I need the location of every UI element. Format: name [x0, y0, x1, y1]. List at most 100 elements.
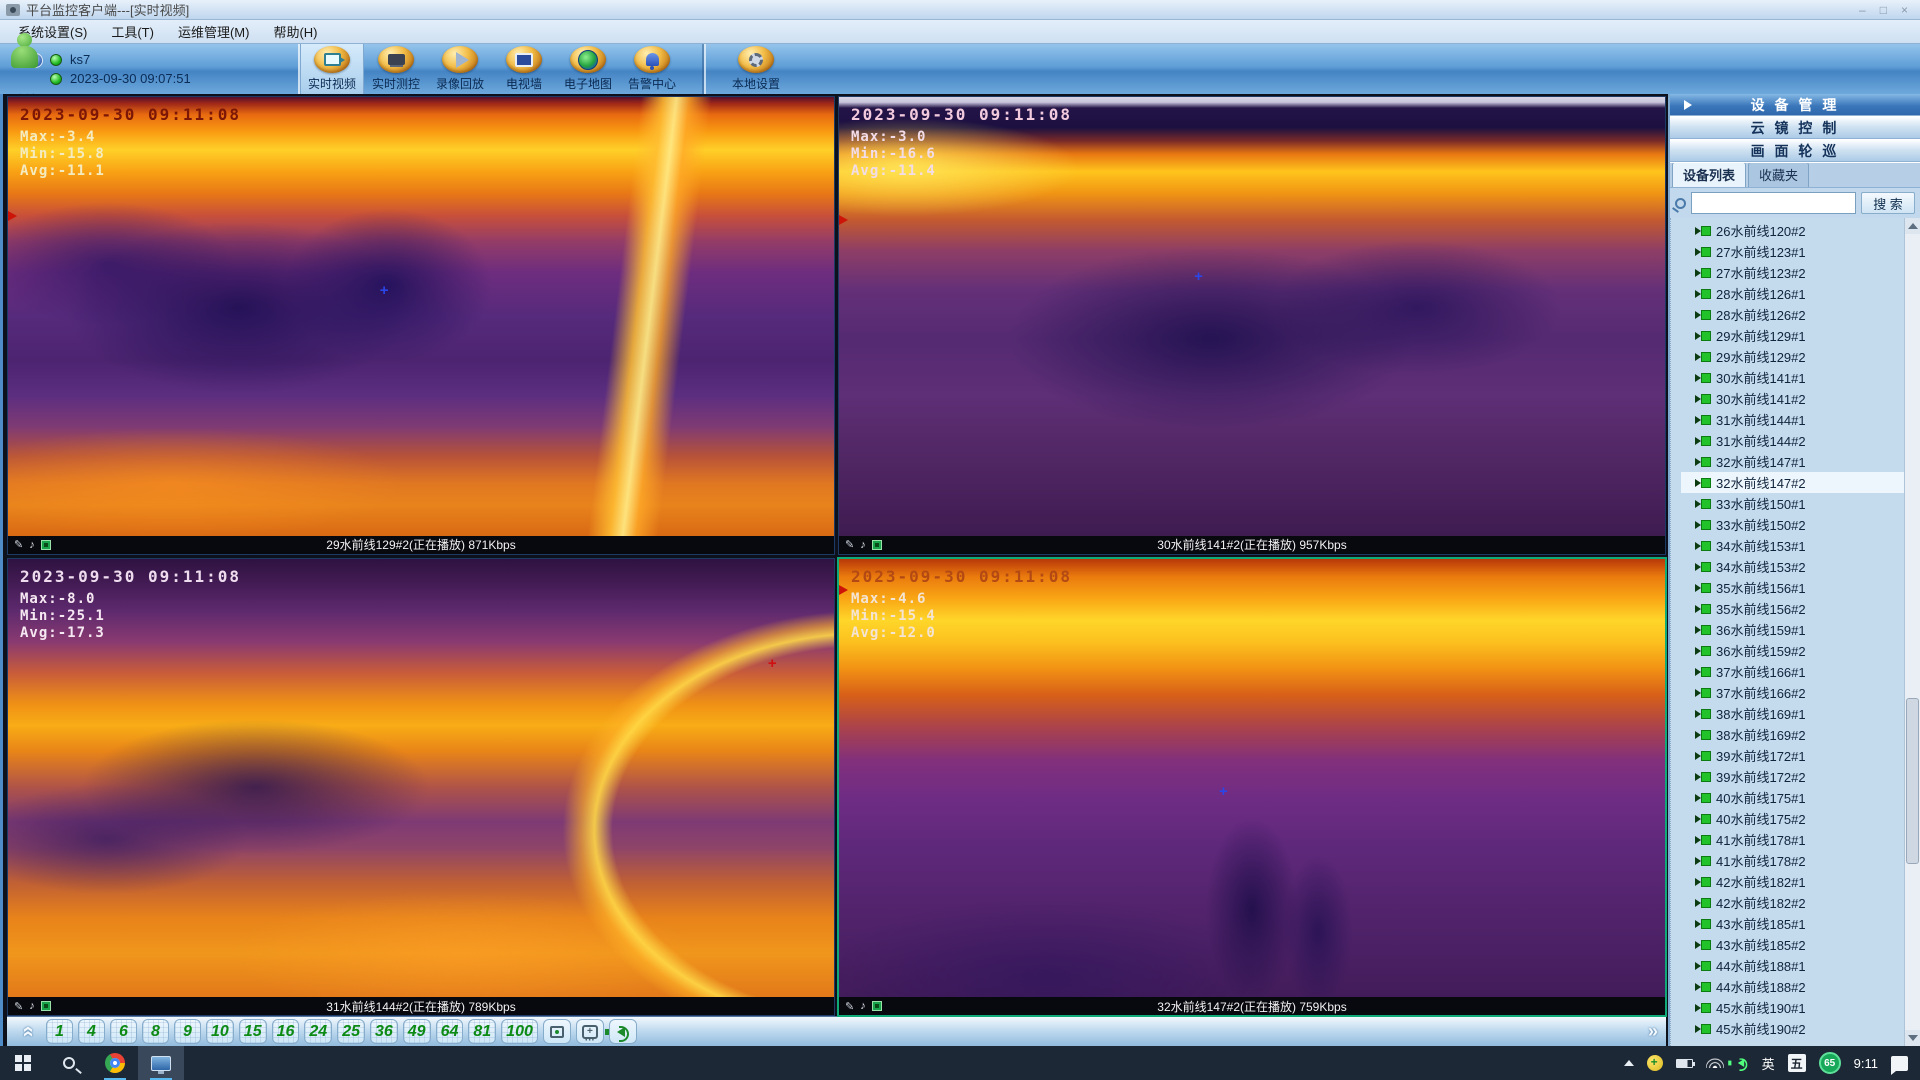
device-item[interactable]: 34水前线153#1 [1681, 535, 1904, 556]
pen-icon[interactable]: ✎ [845, 538, 854, 551]
layout-64-button[interactable]: 64 [436, 1019, 464, 1044]
device-item[interactable]: 27水前线123#2 [1681, 262, 1904, 283]
record-icon[interactable] [41, 1001, 51, 1011]
layout-81-button[interactable]: 81 [468, 1019, 496, 1044]
pen-icon[interactable]: ✎ [14, 1000, 23, 1013]
search-button[interactable]: 搜 索 [1861, 192, 1915, 214]
device-item[interactable]: 36水前线159#2 [1681, 640, 1904, 661]
tab-device-list[interactable]: 设备列表 [1672, 162, 1746, 187]
layout-6-button[interactable]: 6 [110, 1019, 137, 1044]
record-icon[interactable] [872, 540, 882, 550]
device-item[interactable]: 28水前线126#1 [1681, 283, 1904, 304]
battery-icon[interactable] [1676, 1059, 1693, 1068]
fullscreen-button[interactable] [543, 1019, 571, 1044]
audio-icon[interactable]: ♪ [860, 539, 866, 551]
toolbar-button-5[interactable]: 电子地图 [556, 44, 620, 94]
thermal-video-4[interactable]: 2023-09-30 09:11:08 Max:-4.6 Min:-15.4 A… [839, 559, 1665, 998]
device-item[interactable]: 32水前线147#2 [1681, 472, 1904, 493]
device-item[interactable]: 41水前线178#1 [1681, 829, 1904, 850]
device-item[interactable]: 30水前线141#1 [1681, 367, 1904, 388]
layout-9-button[interactable]: 9 [174, 1019, 201, 1044]
thermal-video-1[interactable]: 2023-09-30 09:11:08 Max:-3.4 Min:-15.8 A… [8, 97, 834, 536]
sidebar-section-ptz-control[interactable]: 云 镜 控 制 [1670, 117, 1920, 140]
device-item[interactable]: 33水前线150#2 [1681, 514, 1904, 535]
layout-1-button[interactable]: 1 [46, 1019, 73, 1044]
scroll-down-icon[interactable] [1905, 1030, 1920, 1046]
battery-percent-badge[interactable]: 65 [1819, 1052, 1841, 1074]
device-item[interactable]: 28水前线126#2 [1681, 304, 1904, 325]
layout-24-button[interactable]: 24 [304, 1019, 332, 1044]
device-item[interactable]: 45水前线190#1 [1681, 997, 1904, 1018]
device-item[interactable]: 32水前线147#1 [1681, 451, 1904, 472]
record-icon[interactable] [41, 540, 51, 550]
menu-item-4[interactable]: 帮助(H) [263, 20, 327, 43]
pen-icon[interactable]: ✎ [845, 1000, 854, 1013]
device-item[interactable]: 43水前线185#1 [1681, 913, 1904, 934]
toolbar-button-6[interactable]: 告警中心 [620, 44, 684, 94]
device-item[interactable]: 34水前线153#2 [1681, 556, 1904, 577]
device-item[interactable]: 37水前线166#2 [1681, 682, 1904, 703]
menu-item-2[interactable]: 工具(T) [101, 20, 164, 43]
sidebar-section-device-management[interactable]: 设 备 管 理 [1670, 94, 1920, 117]
audio-icon[interactable]: ♪ [860, 1000, 866, 1012]
layout-10-button[interactable]: 10 [206, 1019, 234, 1044]
tray-expand-icon[interactable] [1624, 1060, 1634, 1066]
thermal-video-2[interactable]: 2023-09-30 09:11:08 Max:-3.0 Min:-16.6 A… [839, 97, 1665, 536]
device-item[interactable]: 29水前线129#1 [1681, 325, 1904, 346]
sidebar-section-view-patrol[interactable]: 画 面 轮 巡 [1670, 140, 1920, 163]
menu-item-3[interactable]: 运维管理(M) [168, 20, 260, 43]
layout-4-button[interactable]: 4 [78, 1019, 105, 1044]
close-button[interactable]: × [1901, 3, 1908, 17]
volume-icon[interactable] [1737, 1059, 1743, 1067]
device-item[interactable]: 31水前线144#1 [1681, 409, 1904, 430]
layout-36-button[interactable]: 36 [370, 1019, 398, 1044]
scrollbar-thumb[interactable] [1906, 698, 1919, 864]
device-scrollbar[interactable] [1904, 218, 1920, 1046]
taskbar-monitor-app-button[interactable] [138, 1046, 184, 1080]
toolbar-button-7[interactable]: 本地设置 [724, 44, 788, 94]
taskbar-chrome-button[interactable] [92, 1046, 138, 1080]
toolbar-button-1[interactable]: 实时视频 [300, 44, 364, 94]
video-panel-1[interactable]: 2023-09-30 09:11:08 Max:-3.4 Min:-15.8 A… [7, 96, 835, 555]
layout-100-button[interactable]: 100 [501, 1019, 538, 1044]
pen-icon[interactable]: ✎ [14, 538, 23, 551]
maximize-button[interactable]: □ [1880, 3, 1887, 17]
input-language-indicator[interactable]: 英 [1762, 1054, 1775, 1073]
record-icon[interactable] [872, 1001, 882, 1011]
notification-center-icon[interactable] [1891, 1056, 1908, 1071]
device-item[interactable]: 31水前线144#2 [1681, 430, 1904, 451]
audio-button[interactable] [609, 1019, 637, 1044]
device-item[interactable]: 33水前线150#1 [1681, 493, 1904, 514]
tab-favorites[interactable]: 收藏夹 [1748, 162, 1809, 187]
layout-25-button[interactable]: 25 [337, 1019, 365, 1044]
scroll-up-icon[interactable] [1905, 218, 1920, 234]
device-item[interactable]: 40水前线175#2 [1681, 808, 1904, 829]
toolbar-button-3[interactable]: 录像回放 [428, 44, 492, 94]
device-item[interactable]: 43水前线185#2 [1681, 934, 1904, 955]
device-item[interactable]: 44水前线188#2 [1681, 976, 1904, 997]
audio-icon[interactable]: ♪ [29, 539, 35, 551]
device-item[interactable]: 45水前线190#2 [1681, 1018, 1904, 1039]
layout-8-button[interactable]: 8 [142, 1019, 169, 1044]
expand-right-icon[interactable]: » [1648, 1021, 1658, 1042]
search-input[interactable] [1691, 192, 1856, 214]
video-panel-3[interactable]: 2023-09-30 09:11:08 Max:-8.0 Min:-25.1 A… [7, 558, 835, 1017]
minimize-button[interactable]: – [1859, 3, 1866, 17]
device-item[interactable]: 27水前线123#1 [1681, 241, 1904, 262]
device-item[interactable]: 26水前线120#2 [1681, 220, 1904, 241]
ime-mode-icon[interactable]: 五 [1788, 1054, 1806, 1072]
device-item[interactable]: 30水前线141#2 [1681, 388, 1904, 409]
device-item[interactable]: 42水前线182#2 [1681, 892, 1904, 913]
device-item[interactable]: 41水前线178#2 [1681, 850, 1904, 871]
layout-49-button[interactable]: 49 [403, 1019, 431, 1044]
device-item[interactable]: 36水前线159#1 [1681, 619, 1904, 640]
device-item[interactable]: 35水前线156#2 [1681, 598, 1904, 619]
device-item[interactable]: 42水前线182#1 [1681, 871, 1904, 892]
taskbar-search-button[interactable] [46, 1046, 92, 1080]
wifi-icon[interactable] [1706, 1058, 1724, 1068]
video-panel-2[interactable]: 2023-09-30 09:11:08 Max:-3.0 Min:-16.6 A… [838, 96, 1666, 555]
toolbar-button-2[interactable]: 实时测控 [364, 44, 428, 94]
taskbar-clock[interactable]: 9:11 [1854, 1056, 1878, 1071]
layout-16-button[interactable]: 16 [272, 1019, 300, 1044]
device-item[interactable]: 29水前线129#2 [1681, 346, 1904, 367]
